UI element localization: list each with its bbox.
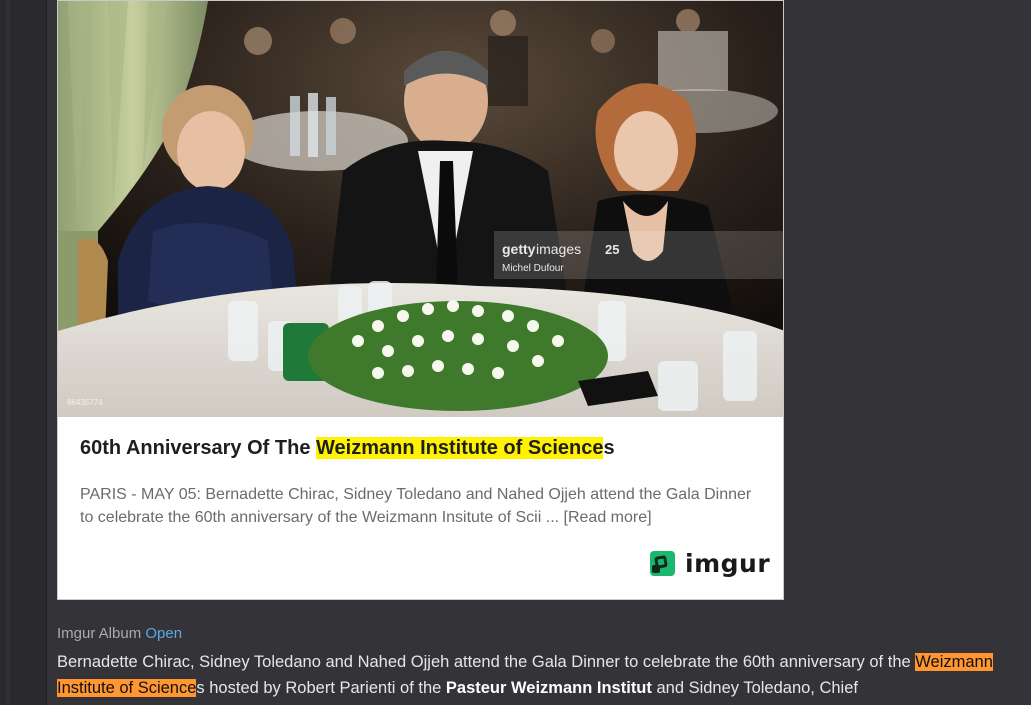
embed-source-label: Imgur Album — [57, 625, 142, 642]
title-search-highlight: Weizmann Institute of Science — [316, 437, 604, 459]
caption-bold-institut: Pasteur Weizmann Institut — [445, 679, 652, 697]
sidebar-divider — [6, 0, 10, 705]
imgur-brand[interactable]: imgur — [650, 549, 770, 578]
imgur-logo-icon — [650, 551, 675, 576]
preview-photo[interactable]: getty images 25 Michel Dufour 86435774 — [58, 1, 783, 417]
svg-text:25: 25 — [605, 242, 619, 257]
svg-text:getty: getty — [502, 241, 536, 257]
card-description: PARIS - MAY 05: Bernadette Chirac, Sidne… — [80, 483, 765, 529]
caption-part-3: and Sidney Toledano, Chief — [651, 679, 858, 697]
imgur-wordmark: imgur — [685, 549, 771, 578]
photo-illustration: getty images 25 Michel Dufour 86435774 — [58, 1, 783, 417]
svg-text:Michel Dufour: Michel Dufour — [502, 263, 564, 274]
title-suffix: s — [603, 437, 615, 459]
caption-body: Bernadette Chirac, Sidney Toledano and N… — [57, 649, 1027, 701]
open-album-link[interactable]: Open — [145, 625, 182, 642]
read-more-link[interactable]: ... [Read more] — [546, 509, 652, 526]
link-preview-card[interactable]: getty images 25 Michel Dufour 86435774 6… — [57, 0, 784, 600]
embed-meta: Imgur Album Open — [57, 625, 182, 642]
svg-text:86435774: 86435774 — [67, 398, 103, 407]
caption-part-2: s hosted by Robert Parienti of the — [196, 679, 446, 697]
title-prefix: 60th Anniversary Of The — [80, 437, 316, 459]
left-sidebar-rail — [0, 0, 47, 705]
card-title[interactable]: 60th Anniversary Of The Weizmann Institu… — [80, 437, 615, 460]
caption-part-1: Bernadette Chirac, Sidney Toledano and N… — [57, 653, 916, 671]
getty-watermark: getty images 25 Michel Dufour — [494, 231, 783, 279]
svg-text:images: images — [536, 241, 581, 257]
